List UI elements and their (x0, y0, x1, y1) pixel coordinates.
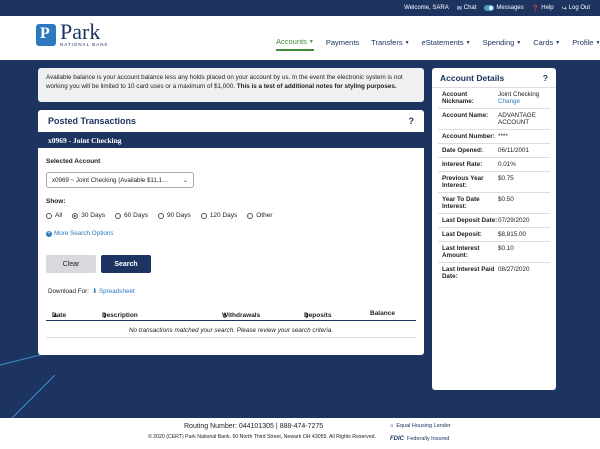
detail-row: Account Name: ADVANTAGE ACCOUNT (438, 109, 550, 130)
fdic-logo-icon: FDIC (390, 436, 404, 442)
balance-notice: Available balance is your account balanc… (38, 68, 424, 102)
main-nav: Accounts ▼ Payments Transfers ▼ eStatement… (276, 37, 600, 51)
details-title: Account Details (440, 72, 505, 83)
messages-link[interactable]: Messages (484, 5, 524, 11)
copyright: © 2020 (CERT) Park National Bank. 50 Nor… (148, 434, 376, 440)
detail-row: Previous Year Interest: $0.75 (438, 172, 550, 193)
chat-link[interactable]: ✉ Chat (457, 5, 477, 12)
sort-icon: ⇕ (222, 313, 228, 320)
nav-profile[interactable]: Profile ▼ (572, 37, 600, 51)
detail-row: Last Interest Amount: $0.10 (438, 242, 550, 263)
chevron-down-icon: ▼ (555, 39, 561, 46)
brand-logo[interactable]: Park NATIONAL BANK (36, 19, 109, 47)
brand-name: Park (60, 19, 101, 44)
more-search-options-link[interactable]: + More Search Options (46, 230, 114, 237)
change-nickname-link[interactable]: Change (498, 98, 546, 105)
chat-icon: ✉ (456, 5, 462, 12)
chevron-down-icon: ▼ (465, 39, 471, 46)
detail-row: Last Deposit: $8,815.00 (438, 228, 550, 242)
download-row: Download For: ⬇ Spreadsheet (48, 288, 135, 295)
footer: Routing Number: 044101305 | 888-474-7275… (0, 418, 600, 449)
search-button[interactable]: Search (101, 255, 151, 273)
park-logo-icon (36, 23, 56, 46)
sort-icon: ⇕ (102, 313, 108, 320)
help-icon[interactable]: ? (409, 116, 415, 126)
clear-button[interactable]: Clear (46, 255, 96, 273)
help-icon[interactable]: ? (543, 73, 548, 83)
radio-120-days[interactable]: 120 Days (200, 212, 237, 219)
detail-row: Last Interest Paid Date: 08/27/2020 (442, 266, 530, 280)
nav-spending[interactable]: Spending ▼ (483, 37, 522, 51)
date-range-radios: All 30 Days 60 Days 90 Days 120 Days Oth… (46, 212, 273, 219)
nav-estatements[interactable]: eStatements ▼ (422, 37, 471, 51)
chevron-down-icon: ▼ (595, 39, 600, 46)
header: Park NATIONAL BANK Accounts▼ Payments Tr… (0, 16, 600, 60)
posted-transactions-panel: Posted Transactions ? x0969 - Joint Chec… (38, 110, 424, 355)
nav-accounts[interactable]: Accounts ▼ (276, 37, 314, 51)
detail-row: Year To Date Interest: $0.50 (438, 193, 550, 214)
panel-title: Posted Transactions (48, 116, 137, 126)
sort-down-icon: ▲ (52, 312, 59, 319)
radio-all[interactable]: All (46, 212, 62, 219)
chevron-down-icon: ▼ (404, 39, 410, 46)
nav-payments[interactable]: Payments (326, 37, 359, 51)
logout-icon: ↪ (561, 5, 567, 12)
chevron-down-icon: ⌄ (182, 176, 188, 184)
detail-row: Last Deposit Date: 07/29/2020 (438, 214, 550, 228)
account-select[interactable]: x0969 ~ Joint Checking (Available $11,1…… (46, 172, 194, 188)
download-icon: ⬇ (91, 288, 98, 295)
empty-results-message: No transactions matched your search. Ple… (46, 324, 416, 338)
transactions-table-header: Date ▲ Description ⇕ Withdrawals ⇕ Depos… (46, 308, 416, 321)
routing-number: Routing Number: 044101305 | 888-474-7275 (184, 423, 324, 430)
nav-transfers[interactable]: Transfers ▼ (371, 37, 409, 51)
detail-row: Date Opened: 06/11/2001 (438, 144, 550, 158)
plus-icon: + (46, 230, 52, 237)
welcome-text: Welcome, SARA (404, 5, 449, 11)
account-details-panel: Account Details ? Account Nickname: Joint… (432, 68, 556, 390)
help-icon: ❓ (531, 5, 540, 12)
chevron-down-icon: ▼ (516, 39, 522, 46)
show-label: Show: (46, 198, 66, 205)
chevron-down-icon: ▼ (308, 38, 314, 45)
logout-link[interactable]: ↪ Log Out (562, 5, 590, 12)
nav-cards[interactable]: Cards ▼ (533, 37, 560, 51)
equal-housing-link[interactable]: ⌂ Equal Housing Lender (390, 423, 451, 429)
top-bar: Welcome, SARA ✉ Chat Messages ❓ Help ↪ Log … (0, 0, 600, 16)
spreadsheet-link[interactable]: ⬇ Spreadsheet (92, 288, 135, 295)
col-balance: Balance (370, 310, 395, 317)
help-link[interactable]: ❓ Help (532, 5, 554, 12)
selected-account-label: Selected Account (46, 158, 101, 165)
toggle-icon (484, 5, 495, 11)
detail-row: Account Nickname: Joint Checking Change (438, 88, 550, 109)
sort-icon: ⇕ (304, 313, 310, 320)
radio-30-days[interactable]: 30 Days (72, 212, 105, 219)
account-band: x0969 - Joint Checking (38, 132, 424, 148)
detail-row: Account Number: **** (438, 130, 550, 144)
radio-90-days[interactable]: 90 Days (157, 212, 191, 219)
radio-other[interactable]: Other (247, 212, 273, 219)
fdic-badge: FDIC Federally Insured (390, 436, 450, 442)
detail-row: Interest Rate: 0.01% (438, 158, 550, 172)
house-icon: ⌂ (390, 423, 394, 429)
brand-sub: NATIONAL BANK (60, 42, 109, 47)
radio-60-days[interactable]: 60 Days (115, 212, 148, 219)
